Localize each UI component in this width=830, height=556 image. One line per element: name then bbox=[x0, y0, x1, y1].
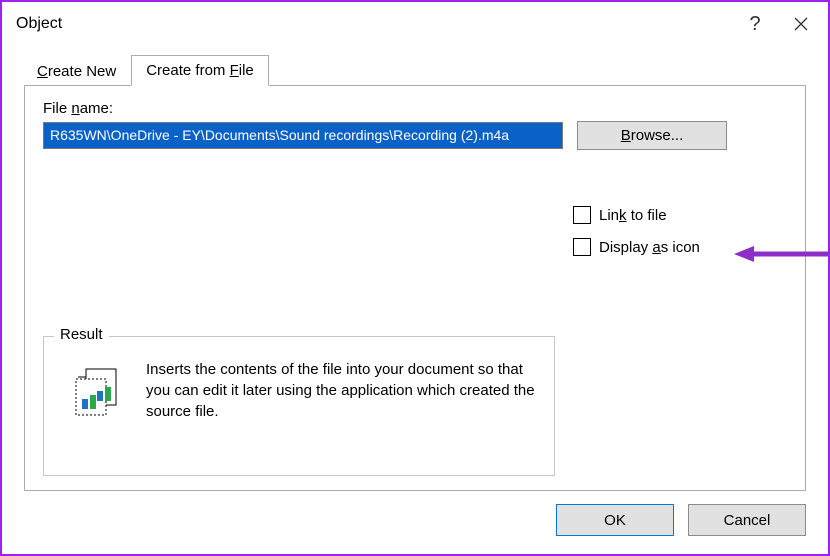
tab-create-new[interactable]: Create New bbox=[22, 57, 131, 85]
annotation-arrow-icon bbox=[732, 244, 830, 264]
result-legend: Result bbox=[54, 326, 109, 343]
close-button[interactable] bbox=[778, 2, 824, 46]
window-title: Object bbox=[16, 15, 62, 33]
file-name-input[interactable]: R635WN\OneDrive - EY\Documents\Sound rec… bbox=[43, 122, 563, 149]
result-icon bbox=[70, 365, 130, 425]
browse-button[interactable]: Browse... bbox=[577, 121, 727, 150]
tab-panel: File name: R635WN\OneDrive - EY\Document… bbox=[24, 85, 806, 491]
title-bar: Object ? bbox=[2, 2, 828, 46]
checkbox-box bbox=[573, 238, 591, 256]
tabs: Create New Create from File bbox=[22, 55, 806, 85]
file-row: R635WN\OneDrive - EY\Documents\Sound rec… bbox=[43, 121, 787, 150]
file-name-label: File name: bbox=[43, 100, 787, 117]
result-text: Inserts the contents of the file into yo… bbox=[146, 359, 538, 463]
svg-text:?: ? bbox=[749, 14, 760, 34]
tab-create-from-file[interactable]: Create from File bbox=[131, 55, 269, 86]
dialog-client: Create New Create from File File name: R… bbox=[4, 46, 826, 552]
result-group: Result Inserts the contents of the file … bbox=[43, 336, 555, 476]
link-to-file-label: Link to file bbox=[599, 207, 667, 224]
object-dialog: Object ? Create New Create from File Fil… bbox=[0, 0, 830, 556]
ok-button[interactable]: OK bbox=[556, 504, 674, 536]
options: Link to file Display as icon bbox=[573, 203, 700, 267]
display-as-icon-checkbox[interactable]: Display as icon bbox=[573, 235, 700, 259]
display-as-icon-label: Display as icon bbox=[599, 239, 700, 256]
cancel-button[interactable]: Cancel bbox=[688, 504, 806, 536]
help-button[interactable]: ? bbox=[732, 2, 778, 46]
dialog-buttons: OK Cancel bbox=[556, 504, 806, 536]
checkbox-box bbox=[573, 206, 591, 224]
link-to-file-checkbox[interactable]: Link to file bbox=[573, 203, 700, 227]
